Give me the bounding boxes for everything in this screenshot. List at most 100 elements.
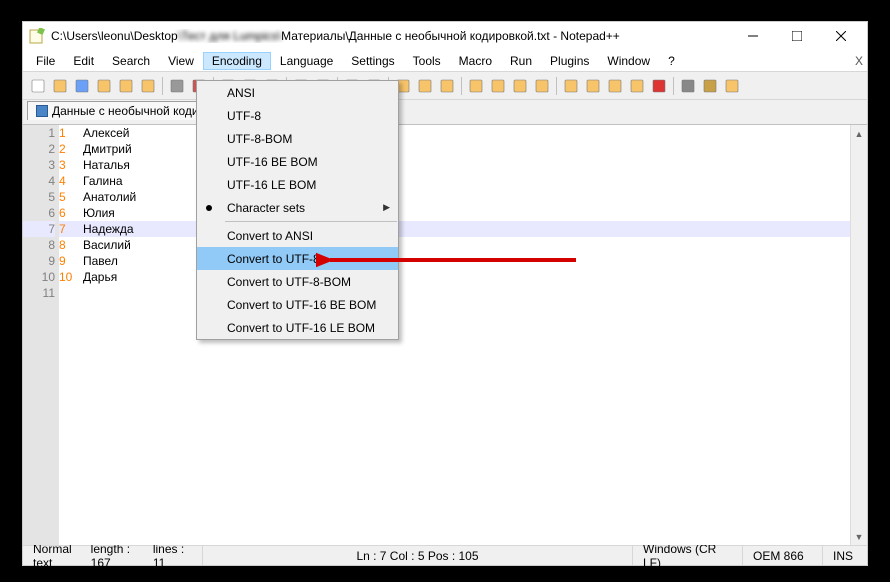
lang-icon[interactable] [509,75,531,97]
menu-edit[interactable]: Edit [64,52,103,70]
submenu-arrow-icon: ▶ [383,202,390,213]
menu-bar: FileEditSearchViewEncodingLanguageSettin… [23,50,867,72]
save-icon[interactable] [71,75,93,97]
menu-settings[interactable]: Settings [342,52,403,70]
encoding-option-convert-to-ansi[interactable]: Convert to ANSI [197,224,398,247]
menu-item-label: UTF-8 [227,109,261,123]
sync-icon[interactable] [414,75,436,97]
func-list-icon[interactable] [582,75,604,97]
minimize-button[interactable] [731,22,775,50]
close-button[interactable] [819,22,863,50]
text-line[interactable]: 8Василий [59,237,850,253]
show-all-icon[interactable] [465,75,487,97]
menu-item-label: Convert to UTF-16 LE BOM [227,321,375,335]
record-icon[interactable] [648,75,670,97]
text-line[interactable] [59,285,850,301]
save-all-icon[interactable] [93,75,115,97]
text-line[interactable]: 10Дарья [59,269,850,285]
tab-close-x[interactable]: X [829,54,863,68]
line-number-gutter: 1234567891011 [23,125,59,545]
maximize-button[interactable] [775,22,819,50]
file-tab-label: Данные с необычной коди... [52,104,209,118]
line-number: 8 [23,237,55,253]
menu-search[interactable]: Search [103,52,159,70]
menu-encoding[interactable]: Encoding [203,52,271,70]
menu-item-label: Convert to ANSI [227,229,313,243]
text-line[interactable]: 1Алексей [59,125,850,141]
folder-open-icon[interactable] [604,75,626,97]
status-bar: Normal text length : 167 lines : 11 Ln :… [23,545,867,565]
indent-guide-icon[interactable] [487,75,509,97]
status-type: Normal text [33,542,84,570]
menu-item-label: Convert to UTF-16 BE BOM [227,298,376,312]
menu-item-label: UTF-8-BOM [227,132,292,146]
text-line[interactable]: 7Надежда [59,221,850,237]
line-number: 11 [23,285,55,301]
menu-tools[interactable]: Tools [404,52,450,70]
status-length: length : 167 [91,542,143,570]
close-icon[interactable] [115,75,137,97]
menu-view[interactable]: View [159,52,203,70]
app-window: C:\Users\leonu\Desktop\Тест для Lumpics\… [22,21,868,566]
doc-map-icon[interactable] [560,75,582,97]
menu-macro[interactable]: Macro [450,52,501,70]
bullet-icon [206,205,212,211]
vertical-scrollbar[interactable]: ▲ ▼ [850,125,867,545]
folder-icon[interactable] [531,75,553,97]
play-icon[interactable] [699,75,721,97]
encoding-option-convert-to-utf-8[interactable]: Convert to UTF-8 [197,247,398,270]
toolbar [23,72,867,100]
encoding-option-convert-to-utf-16-le-bom[interactable]: Convert to UTF-16 LE BOM [197,316,398,339]
encoding-option-utf-8[interactable]: UTF-8 [197,104,398,127]
menu-file[interactable]: File [27,52,64,70]
monitor-icon[interactable] [626,75,648,97]
text-line[interactable]: 2Дмитрий [59,141,850,157]
text-line[interactable]: 3Наталья [59,157,850,173]
encoding-option-utf-16-be-bom[interactable]: UTF-16 BE BOM [197,150,398,173]
encoding-option-utf-16-le-bom[interactable]: UTF-16 LE BOM [197,173,398,196]
new-icon[interactable] [27,75,49,97]
title-bar: C:\Users\leonu\Desktop\Тест для Lumpics\… [23,22,867,50]
stop-icon[interactable] [677,75,699,97]
line-number: 5 [23,189,55,205]
file-tab-icon [36,105,48,117]
encoding-option-convert-to-utf-8-bom[interactable]: Convert to UTF-8-BOM [197,270,398,293]
close-all-icon[interactable] [137,75,159,97]
file-tab[interactable]: Данные с необычной коди... [27,101,218,120]
line-number: 1 [23,125,55,141]
editor-area: 1234567891011 1Алексей2Дмитрий3Наталья4Г… [23,124,867,545]
print-icon[interactable] [166,75,188,97]
encoding-option-utf-8-bom[interactable]: UTF-8-BOM [197,127,398,150]
encoding-option-character-sets[interactable]: Character sets▶ [197,196,398,219]
menu-item-label: ANSI [227,86,255,100]
menu-separator [225,221,397,222]
app-icon [29,28,45,44]
menu-?[interactable]: ? [659,52,684,70]
status-encoding: OEM 866 [753,549,804,563]
text-content[interactable]: 1Алексей2Дмитрий3Наталья4Галина5Анатолий… [59,125,850,545]
line-number: 10 [23,269,55,285]
status-lines: lines : 11 [153,542,192,570]
menu-plugins[interactable]: Plugins [541,52,598,70]
text-line[interactable]: 5Анатолий [59,189,850,205]
menu-run[interactable]: Run [501,52,541,70]
play-multi-icon[interactable] [721,75,743,97]
text-line[interactable]: 6Юлия [59,205,850,221]
line-number: 3 [23,157,55,173]
menu-language[interactable]: Language [271,52,342,70]
status-position: Ln : 7 Col : 5 Pos : 105 [356,549,478,563]
open-icon[interactable] [49,75,71,97]
tab-bar: Данные с необычной коди... [23,100,867,124]
line-number: 9 [23,253,55,269]
menu-window[interactable]: Window [598,52,659,70]
encoding-option-ansi[interactable]: ANSI [197,81,398,104]
status-eol: Windows (CR LF) [643,542,732,570]
encoding-option-convert-to-utf-16-be-bom[interactable]: Convert to UTF-16 BE BOM [197,293,398,316]
scroll-down-arrow[interactable]: ▼ [851,528,867,545]
text-line[interactable]: 9Павел [59,253,850,269]
menu-item-label: Convert to UTF-8 [227,252,320,266]
scroll-up-arrow[interactable]: ▲ [851,125,867,142]
menu-item-label: UTF-16 BE BOM [227,155,318,169]
wordwrap-icon[interactable] [436,75,458,97]
text-line[interactable]: 4Галина [59,173,850,189]
